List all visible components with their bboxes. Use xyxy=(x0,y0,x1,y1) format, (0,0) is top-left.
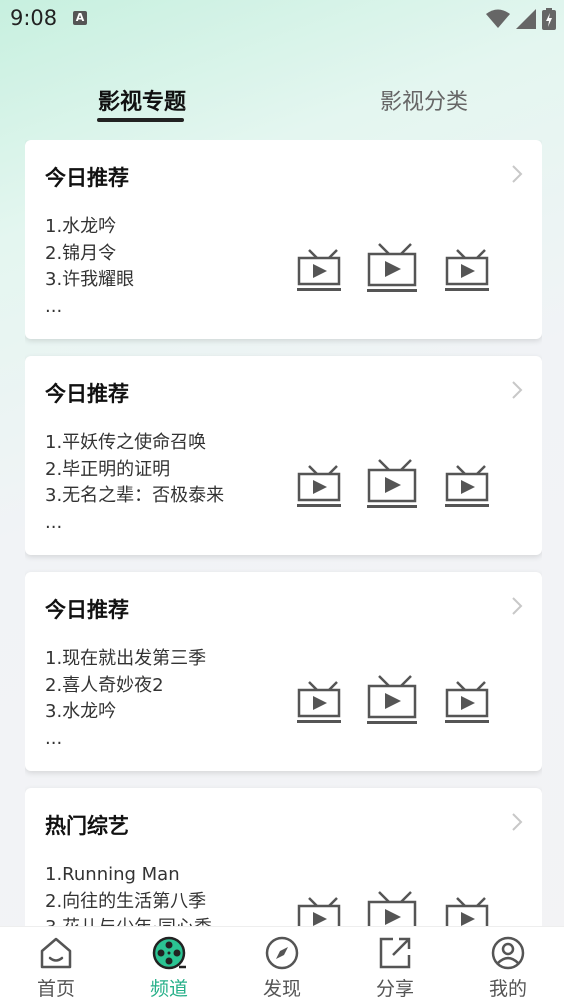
recommend-card[interactable]: 今日推荐 1.现在就出发第三季 2.喜人奇妙夜2 3.水龙吟 ... xyxy=(25,572,542,771)
nav-discover[interactable]: 发现 xyxy=(226,927,338,1005)
list-item[interactable]: 2.毕正明的证明 xyxy=(45,457,224,484)
tab-film-categories[interactable]: 影视分类 xyxy=(380,84,468,116)
variety-card[interactable]: 热门综艺 1.Running Man 2.向往的生活第八季 3.花儿与少年·同心… xyxy=(25,788,542,926)
tv-icon xyxy=(297,465,341,507)
nav-home[interactable]: 首页 xyxy=(0,927,112,1005)
list-item[interactable]: 2.向往的生活第八季 xyxy=(45,889,212,916)
card-item-list: 1.Running Man 2.向往的生活第八季 3.花儿与少年·同心季 ... xyxy=(45,862,212,926)
status-icons xyxy=(486,8,556,30)
tab-active-indicator xyxy=(97,118,184,122)
tv-icons xyxy=(297,243,489,292)
card-item-list: 1.现在就出发第三季 2.喜人奇妙夜2 3.水龙吟 ... xyxy=(45,646,206,752)
tv-icon xyxy=(297,897,341,926)
top-tabs: 影视专题 影视分类 xyxy=(0,80,564,130)
card-item-list: 1.水龙吟 2.锦月令 3.许我耀眼 ... xyxy=(45,214,134,320)
card-title: 今日推荐 xyxy=(45,166,129,190)
nav-label: 我的 xyxy=(488,978,527,1000)
share-icon xyxy=(379,937,411,969)
tv-icons xyxy=(297,891,489,926)
tv-icon xyxy=(367,243,417,292)
nav-channel[interactable]: 频道 xyxy=(113,927,225,1005)
tv-icons xyxy=(297,675,489,724)
list-item-ellipsis: ... xyxy=(45,727,63,749)
tv-icon xyxy=(297,681,341,723)
list-item-ellipsis: ... xyxy=(45,295,63,317)
notification-badge-icon: A xyxy=(73,11,87,25)
card-title: 今日推荐 xyxy=(45,598,129,622)
nav-share[interactable]: 分享 xyxy=(339,927,451,1005)
tv-icon xyxy=(367,675,417,724)
tv-icon xyxy=(297,249,341,291)
status-time: 9:08 xyxy=(10,6,58,30)
nav-label: 频道 xyxy=(149,978,188,1000)
nav-label: 首页 xyxy=(36,978,75,1000)
battery-icon xyxy=(542,8,556,30)
signal-icon xyxy=(516,9,536,29)
list-item[interactable]: 1.现在就出发第三季 xyxy=(45,646,206,673)
list-item[interactable]: 2.喜人奇妙夜2 xyxy=(45,673,206,700)
tv-icon xyxy=(445,249,489,291)
list-item[interactable]: 1.Running Man xyxy=(45,862,212,889)
tv-icon xyxy=(445,897,489,926)
card-title: 今日推荐 xyxy=(45,382,129,406)
chevron-right-icon[interactable] xyxy=(510,810,524,834)
tab-film-topics[interactable]: 影视专题 xyxy=(98,84,186,116)
list-item[interactable]: 3.水龙吟 xyxy=(45,699,206,726)
card-item-list: 1.平妖传之使命召唤 2.毕正明的证明 3.无名之辈：否极泰来 ... xyxy=(45,430,224,536)
nav-label: 发现 xyxy=(262,978,301,1000)
nav-label: 分享 xyxy=(375,978,414,1000)
list-item[interactable]: 1.平妖传之使命召唤 xyxy=(45,430,224,457)
tv-icon xyxy=(445,465,489,507)
list-item[interactable]: 2.锦月令 xyxy=(45,241,134,268)
tv-icon xyxy=(445,681,489,723)
card-title: 热门综艺 xyxy=(45,814,129,838)
tv-icons xyxy=(297,459,489,508)
card-list[interactable]: 今日推荐 1.水龙吟 2.锦月令 3.许我耀眼 ... 今日推荐 1.平妖传之使… xyxy=(25,140,542,926)
bottom-nav: 首页 频道 发现 分享 我的 xyxy=(0,926,564,1005)
home-icon xyxy=(40,937,72,969)
list-item[interactable]: 3.许我耀眼 xyxy=(45,267,134,294)
list-item[interactable]: 1.水龙吟 xyxy=(45,214,134,241)
compass-icon xyxy=(265,936,299,970)
chevron-right-icon[interactable] xyxy=(510,378,524,402)
chevron-right-icon[interactable] xyxy=(510,162,524,186)
film-reel-icon xyxy=(152,936,186,970)
tv-icon xyxy=(367,891,417,926)
status-bar: 9:08 A xyxy=(0,0,564,38)
recommend-card[interactable]: 今日推荐 1.平妖传之使命召唤 2.毕正明的证明 3.无名之辈：否极泰来 ... xyxy=(25,356,542,555)
recommend-card[interactable]: 今日推荐 1.水龙吟 2.锦月令 3.许我耀眼 ... xyxy=(25,140,542,339)
wifi-icon xyxy=(486,9,510,28)
tv-icon xyxy=(367,459,417,508)
list-item-ellipsis: ... xyxy=(45,511,63,533)
list-item[interactable]: 3.无名之辈：否极泰来 xyxy=(45,483,224,510)
user-icon xyxy=(491,936,525,970)
chevron-right-icon[interactable] xyxy=(510,594,524,618)
list-item[interactable]: 3.花儿与少年·同心季 xyxy=(45,915,212,926)
nav-mine[interactable]: 我的 xyxy=(452,927,564,1005)
